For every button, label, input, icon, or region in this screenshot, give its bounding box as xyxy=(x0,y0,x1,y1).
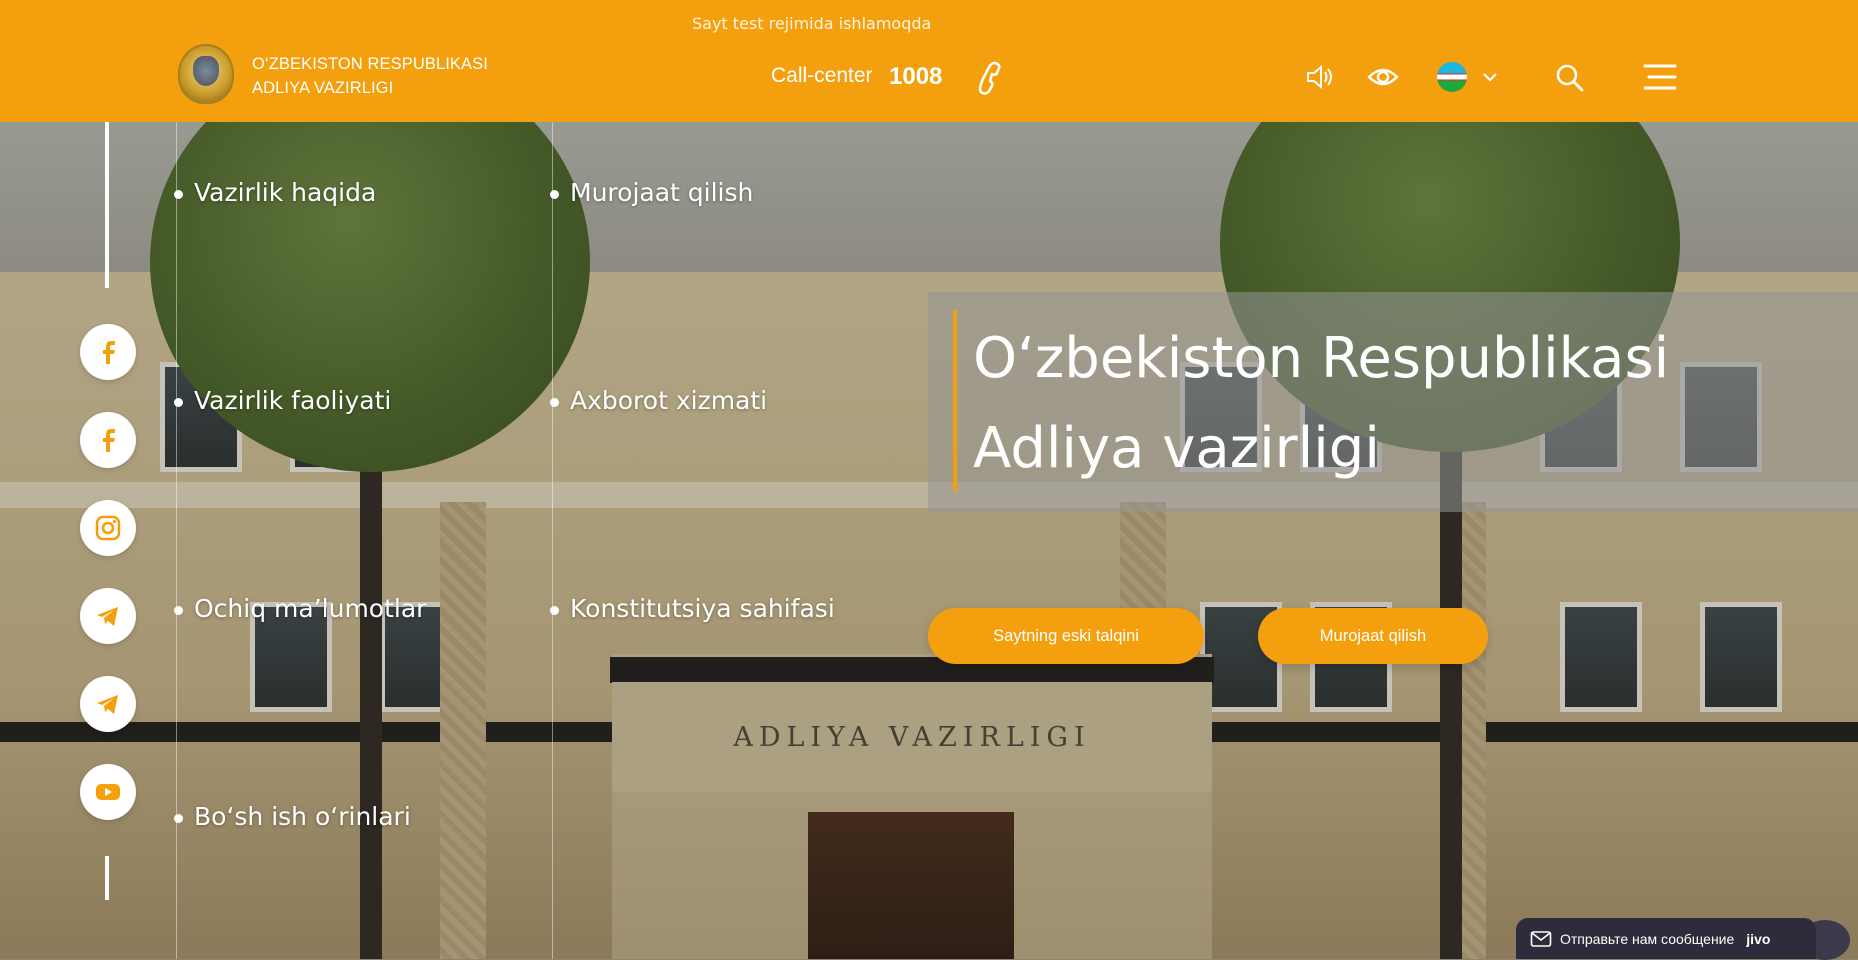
hero-title-line1: O‘zbekiston Respublikasi xyxy=(973,326,1670,391)
logo-text[interactable]: O‘ZBEKISTON RESPUBLIKASI ADLIYA VAZIRLIG… xyxy=(252,52,488,100)
facebook-link[interactable] xyxy=(80,324,136,380)
site-header: Sayt test rejimida ishlamoqda O‘ZBEKISTO… xyxy=(0,0,1858,122)
uz-flag-icon[interactable] xyxy=(1437,62,1467,92)
telegram-link[interactable] xyxy=(80,588,136,644)
menu-item-konstitutsiya-sahifasi[interactable]: Konstitutsiya sahifasi xyxy=(550,594,835,623)
social-divider-bottom xyxy=(105,856,109,900)
social-divider-top xyxy=(105,122,109,288)
facebook-icon xyxy=(103,429,115,452)
telegram-link-2[interactable] xyxy=(80,676,136,732)
appeal-button[interactable]: Murojaat qilish xyxy=(1258,608,1488,664)
menu-item-vazirlik-haqida[interactable]: Vazirlik haqida xyxy=(174,178,376,207)
telegram-icon xyxy=(97,607,118,626)
youtube-link[interactable] xyxy=(80,764,136,820)
menu-item-axborot-xizmati[interactable]: Axborot xizmati xyxy=(550,386,767,415)
instagram-link[interactable] xyxy=(80,500,136,556)
callcenter-label: Call-center xyxy=(771,64,873,87)
old-site-button[interactable]: Saytning eski talqini xyxy=(928,608,1204,664)
jivo-chat-widget[interactable]: Отправьте нам сообщение jivo xyxy=(1516,918,1816,959)
search-icon[interactable] xyxy=(1552,60,1586,94)
menu-item-murojaat-qilish[interactable]: Murojaat qilish xyxy=(550,178,753,207)
mail-icon xyxy=(1530,930,1552,947)
ministry-emblem-logo[interactable] xyxy=(178,44,234,104)
logo-line1: O‘ZBEKISTON RESPUBLIKASI xyxy=(252,55,488,73)
hero-section: ADLIYA VAZIRLIGI Vazirlik haqida Murojaa… xyxy=(0,122,1858,959)
jivo-brand: jivo xyxy=(1746,930,1771,947)
menu-item-bosh-ish-orinlari[interactable]: Bo‘sh ish o‘rinlari xyxy=(174,802,411,831)
volume-icon[interactable] xyxy=(1303,60,1337,94)
logo-line2: ADLIYA VAZIRLIGI xyxy=(252,79,394,97)
hero-title: O‘zbekiston Respublikasi Adliya vazirlig… xyxy=(973,314,1853,494)
hero-title-accent-bar xyxy=(953,310,957,492)
telegram-icon xyxy=(97,695,118,714)
facebook-link-2[interactable] xyxy=(80,412,136,468)
menu-icon[interactable] xyxy=(1643,60,1677,94)
menu-item-vazirlik-faoliyati[interactable]: Vazirlik faoliyati xyxy=(174,386,391,415)
callcenter-number[interactable]: 1008 xyxy=(889,63,942,91)
youtube-icon xyxy=(96,784,120,800)
facebook-icon xyxy=(103,341,115,364)
test-mode-banner: Sayt test rejimida ishlamoqda xyxy=(692,14,932,33)
instagram-icon xyxy=(95,515,121,541)
hero-title-line2: Adliya vazirligi xyxy=(973,416,1380,481)
phone-icon[interactable] xyxy=(970,60,1006,96)
eye-icon[interactable] xyxy=(1366,60,1400,94)
chevron-down-icon[interactable] xyxy=(1473,60,1507,94)
menu-item-ochiq-malumotlar[interactable]: Ochiq ma’lumotlar xyxy=(174,594,426,623)
chat-label: Отправьте нам сообщение xyxy=(1560,930,1735,947)
